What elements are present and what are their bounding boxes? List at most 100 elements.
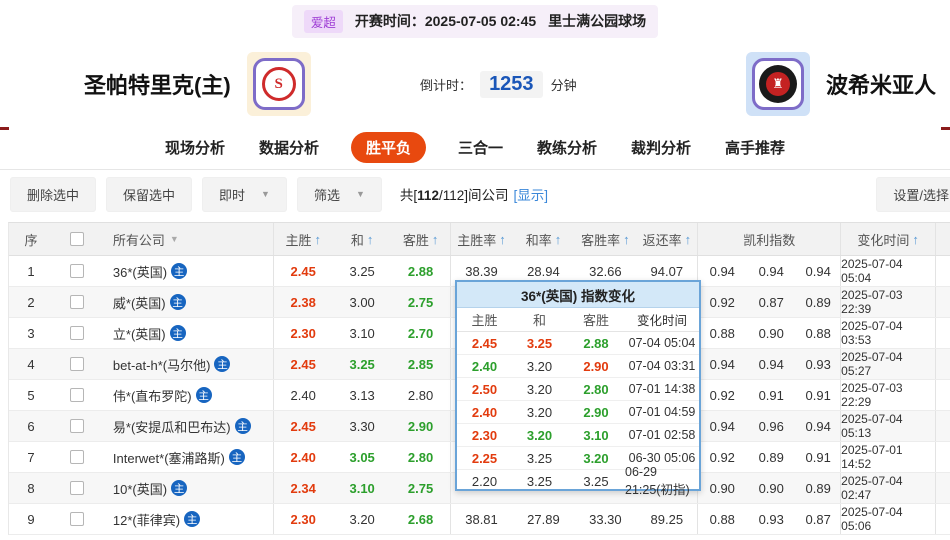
popup-header: 主胜 和 客胜 变化时间: [457, 308, 699, 332]
popup-header-home: 主胜: [471, 313, 498, 328]
divider-red-right: [941, 127, 950, 130]
popup-header-away: 客胜: [582, 313, 609, 328]
nav-tab[interactable]: 裁判分析: [629, 132, 693, 163]
row-checkbox[interactable]: [69, 388, 84, 402]
company-name[interactable]: 易*(安提瓜和巴布达): [113, 417, 231, 436]
sort-up-icon: ↑: [314, 231, 321, 247]
settings-button[interactable]: 设置/选择: [876, 176, 950, 212]
popup-row: 2.40 3.20 2.90 07-04 03:31: [457, 355, 699, 378]
home-team-name: 圣帕特里克(主): [84, 73, 231, 98]
header-away-rate[interactable]: 客胜率 ↑: [574, 223, 636, 255]
row-checkbox[interactable]: [69, 295, 84, 309]
company-name[interactable]: 12*(菲律宾): [113, 510, 180, 529]
popup-title: 36*(英国) 指数变化: [457, 282, 699, 308]
popup-odds-away: 3.25: [583, 474, 609, 489]
row-checkbox[interactable]: [69, 357, 84, 371]
delete-selected-button[interactable]: 删除选中: [10, 176, 97, 212]
nav-tab[interactable]: 数据分析: [257, 132, 321, 163]
odds-home: 2.45: [290, 263, 316, 279]
table-row[interactable]: 9 12*(菲律宾) 主 2.30 3.20 2.68 38.81 27.89 3…: [9, 504, 950, 535]
popup-row: 2.20 3.25 3.25 06-29 21:25(初指): [457, 465, 699, 497]
company-name[interactable]: bet-at-h*(马尔他): [113, 355, 211, 374]
away-team-logo: ♜: [745, 52, 810, 116]
row-checkbox[interactable]: [69, 450, 84, 464]
row-checkbox[interactable]: [69, 512, 84, 526]
odds-home: 2.40: [290, 449, 316, 465]
kelly-draw: 0.89: [758, 449, 784, 465]
header-change-time[interactable]: 变化时间 ↑: [841, 223, 937, 255]
row-time: 2025-07-03 22:39: [841, 287, 937, 317]
nav-tab[interactable]: 高手推荐: [723, 132, 787, 163]
table-header: 序 所有公司 ▼ 主胜 ↑ 和 ↑ 客胜 ↑ 主胜率 ↑ 和率 ↑ 客胜率 ↑ 返还率 ↑ 凯利…: [9, 223, 950, 256]
row-time: 2025-07-01 14:52: [841, 442, 937, 472]
kelly-home: 0.88: [709, 511, 735, 527]
header-home-rate[interactable]: 主胜率 ↑: [451, 223, 513, 255]
company-name[interactable]: 伟*(直布罗陀): [113, 386, 192, 405]
row-seq: 4: [27, 356, 35, 372]
kelly-home: 0.94: [709, 418, 735, 434]
header-home-win[interactable]: 主胜 ↑: [274, 223, 333, 255]
kelly-draw: 0.90: [758, 325, 784, 341]
sort-up-icon: ↑: [912, 231, 919, 247]
odds-away: 2.88: [392, 256, 451, 286]
nav-tab[interactable]: 三合一: [456, 132, 505, 163]
row-time: 2025-07-03 22:29: [841, 380, 937, 410]
countdown-value: 1253: [480, 70, 543, 98]
popup-row-time: 06-30 05:06: [628, 451, 696, 465]
sort-up-icon: ↑: [499, 231, 506, 247]
sort-up-icon: ↑: [366, 231, 374, 247]
row-time: 2025-07-04 03:53: [841, 318, 937, 348]
kelly-away: 0.91: [796, 380, 842, 410]
venue: 里士满公园球场: [548, 13, 647, 29]
nav-tab[interactable]: 现场分析: [163, 132, 227, 163]
company-name[interactable]: Interwet*(塞浦路斯): [113, 448, 225, 467]
nav-tab[interactable]: 胜平负: [350, 132, 426, 163]
match-header: 圣帕特里克(主) S 倒计时： 1253 分钟 ♜ 波希米亚人: [0, 42, 950, 126]
row-seq: 9: [27, 511, 35, 527]
popup-row: 2.40 3.20 2.90 07-01 04:59: [457, 401, 699, 424]
kickoff-time: 开赛时间：2025-07-05 02:45: [354, 13, 537, 29]
header-draw[interactable]: 和 ↑: [333, 223, 392, 255]
company-name[interactable]: 36*(英国): [113, 262, 167, 281]
popup-header-draw: 和: [532, 313, 546, 328]
odds-away: 2.80: [392, 442, 451, 472]
pct-draw: 27.89: [527, 511, 560, 527]
company-name[interactable]: 10*(英国): [113, 479, 167, 498]
kelly-home: 0.88: [709, 325, 735, 341]
row-checkbox[interactable]: [69, 481, 84, 495]
kelly-draw: 0.93: [758, 511, 784, 527]
host-badge-icon: 主: [184, 511, 201, 527]
show-link[interactable]: [显示]: [513, 188, 548, 203]
row-time: 2025-07-04 05:13: [841, 411, 937, 441]
odds-draw: 3.13: [349, 387, 375, 403]
company-name[interactable]: 立*(英国): [113, 324, 166, 343]
header-return-rate[interactable]: 返还率 ↑: [636, 223, 699, 255]
header-draw-rate[interactable]: 和率 ↑: [512, 223, 574, 255]
home-crest-icon: S: [261, 67, 296, 101]
row-checkbox[interactable]: [69, 419, 84, 433]
odds-draw: 3.10: [349, 325, 375, 341]
popup-odds-draw: 3.20: [526, 358, 553, 374]
row-checkbox[interactable]: [69, 264, 84, 278]
odds-home: 2.30: [290, 511, 316, 527]
sort-up-icon: ↑: [684, 231, 692, 247]
row-time: 2025-07-04 02:47: [841, 473, 937, 503]
header-away-win[interactable]: 客胜 ↑: [392, 223, 451, 255]
nav-tab[interactable]: 教练分析: [535, 132, 599, 163]
popup-header-time: 变化时间: [636, 314, 687, 328]
header-company[interactable]: 所有公司 ▼: [101, 223, 274, 255]
instant-dropdown[interactable]: 即时 ▼: [202, 176, 287, 212]
odds-home: 2.45: [290, 356, 316, 372]
odds-draw: 3.25: [349, 356, 375, 372]
popup-row: 2.45 3.25 2.88 07-04 05:04: [457, 332, 699, 355]
kelly-draw: 0.91: [758, 387, 784, 403]
host-badge-icon: 主: [171, 263, 188, 279]
row-seq: 5: [27, 387, 35, 403]
league-badge[interactable]: 爱超: [303, 9, 343, 33]
select-all-checkbox[interactable]: [69, 232, 84, 246]
filter-dropdown[interactable]: 筛选 ▼: [296, 176, 382, 212]
company-name[interactable]: 威*(英国): [113, 293, 166, 312]
popup-row-time: 07-04 03:31: [628, 359, 696, 373]
row-checkbox[interactable]: [69, 326, 84, 340]
keep-selected-button[interactable]: 保留选中: [106, 176, 193, 212]
